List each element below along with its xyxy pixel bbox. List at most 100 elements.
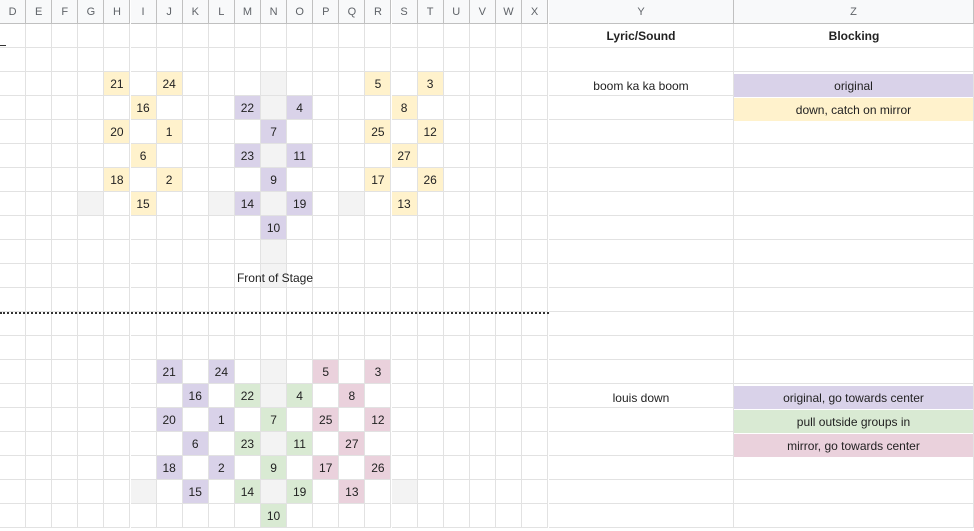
header-lyric-sound[interactable]: Lyric/Sound — [549, 24, 733, 48]
grid-cell[interactable] — [130, 432, 157, 456]
grid-cell[interactable] — [104, 48, 131, 72]
lyric-cell[interactable]: boom ka ka boom — [549, 74, 733, 98]
grid-cell[interactable] — [130, 288, 157, 312]
grid-cell[interactable] — [78, 96, 105, 120]
grid-cell[interactable] — [443, 288, 470, 312]
grid-cell[interactable] — [734, 312, 974, 336]
grid-cell[interactable] — [234, 336, 261, 360]
column-header-j[interactable]: J — [156, 0, 183, 24]
grid-cell[interactable] — [26, 144, 53, 168]
grid-cell[interactable] — [495, 24, 522, 48]
grid-cell[interactable] — [339, 72, 366, 96]
grid-cell[interactable] — [417, 432, 444, 456]
grid-cell[interactable] — [52, 72, 79, 96]
grid-cell[interactable] — [182, 312, 209, 336]
formation1-dancer-9[interactable]: 9 — [261, 168, 288, 192]
formation1-dancer-8[interactable]: 8 — [391, 96, 418, 120]
grid-cell[interactable] — [0, 504, 27, 528]
formation1-dancer-11[interactable]: 11 — [287, 144, 314, 168]
grid-cell[interactable] — [52, 144, 79, 168]
grid-cell[interactable] — [469, 96, 496, 120]
formation1-dancer-26[interactable]: 26 — [417, 168, 444, 192]
formation2-dancer-10[interactable]: 10 — [261, 504, 288, 528]
grid-cell[interactable] — [287, 48, 314, 72]
grid-cell[interactable] — [443, 96, 470, 120]
grid-cell[interactable] — [52, 120, 79, 144]
grid-cell[interactable] — [130, 480, 157, 504]
grid-cell[interactable] — [261, 24, 288, 48]
grid-cell[interactable] — [52, 288, 79, 312]
grid-cell[interactable] — [208, 72, 235, 96]
grid-cell[interactable] — [104, 336, 131, 360]
grid-cell[interactable] — [522, 264, 549, 288]
formation2-dancer-20[interactable]: 20 — [156, 408, 183, 432]
grid-cell[interactable] — [365, 144, 392, 168]
grid-cell[interactable] — [417, 192, 444, 216]
formation1-dancer-3[interactable]: 3 — [417, 72, 444, 96]
grid-cell[interactable] — [78, 408, 105, 432]
grid-cell[interactable] — [26, 240, 53, 264]
formation2-dancer-11[interactable]: 11 — [287, 432, 314, 456]
grid-cell[interactable] — [339, 336, 366, 360]
grid-cell[interactable] — [52, 432, 79, 456]
formation2-dancer-23[interactable]: 23 — [234, 432, 261, 456]
grid-cell[interactable] — [734, 504, 974, 528]
formation2-dancer-16[interactable]: 16 — [182, 384, 209, 408]
grid-cell[interactable] — [78, 216, 105, 240]
grid-cell[interactable] — [287, 216, 314, 240]
grid-cell[interactable] — [522, 504, 549, 528]
grid-cell[interactable] — [208, 240, 235, 264]
grid-cell[interactable] — [443, 312, 470, 336]
grid-cell[interactable] — [313, 504, 340, 528]
grid-cell[interactable] — [78, 360, 105, 384]
grid-cell[interactable] — [391, 456, 418, 480]
grid-cell[interactable] — [130, 336, 157, 360]
formation2-dancer-6[interactable]: 6 — [182, 432, 209, 456]
grid-cell[interactable] — [156, 504, 183, 528]
grid-cell[interactable] — [0, 216, 27, 240]
grid-cell[interactable] — [495, 312, 522, 336]
grid-cell[interactable] — [104, 432, 131, 456]
grid-cell[interactable] — [182, 192, 209, 216]
grid-cell[interactable] — [130, 24, 157, 48]
grid-cell[interactable] — [208, 24, 235, 48]
grid-cell[interactable] — [391, 24, 418, 48]
grid-cell[interactable] — [0, 288, 27, 312]
grid-cell[interactable] — [261, 384, 288, 408]
grid-cell[interactable] — [443, 168, 470, 192]
grid-cell[interactable] — [469, 288, 496, 312]
grid-cell[interactable] — [495, 336, 522, 360]
grid-cell[interactable] — [365, 192, 392, 216]
formation2-dancer-4[interactable]: 4 — [287, 384, 314, 408]
grid-cell[interactable] — [549, 48, 734, 72]
grid-cell[interactable] — [182, 408, 209, 432]
grid-cell[interactable] — [104, 24, 131, 48]
grid-cell[interactable] — [391, 504, 418, 528]
grid-cell[interactable] — [522, 96, 549, 120]
grid-cell[interactable] — [287, 408, 314, 432]
grid-cell[interactable] — [339, 360, 366, 384]
grid-cell[interactable] — [549, 168, 734, 192]
column-header-k[interactable]: K — [182, 0, 209, 24]
grid-cell[interactable] — [417, 504, 444, 528]
grid-cell[interactable] — [104, 288, 131, 312]
formation1-dancer-1[interactable]: 1 — [156, 120, 183, 144]
grid-cell[interactable] — [156, 312, 183, 336]
formation2-dancer-9[interactable]: 9 — [261, 456, 288, 480]
grid-cell[interactable] — [365, 432, 392, 456]
grid-cell[interactable] — [417, 408, 444, 432]
grid-cell[interactable] — [78, 288, 105, 312]
grid-cell[interactable] — [313, 240, 340, 264]
grid-cell[interactable] — [469, 312, 496, 336]
grid-cell[interactable] — [549, 408, 734, 432]
grid-cell[interactable] — [130, 456, 157, 480]
grid-cell[interactable] — [182, 456, 209, 480]
formation2-dancer-26[interactable]: 26 — [365, 456, 392, 480]
formation2-dancer-27[interactable]: 27 — [339, 432, 366, 456]
grid-cell[interactable] — [234, 120, 261, 144]
grid-cell[interactable] — [522, 480, 549, 504]
grid-cell[interactable] — [391, 48, 418, 72]
grid-cell[interactable] — [734, 480, 974, 504]
grid-cell[interactable] — [0, 312, 27, 336]
grid-cell[interactable] — [130, 360, 157, 384]
